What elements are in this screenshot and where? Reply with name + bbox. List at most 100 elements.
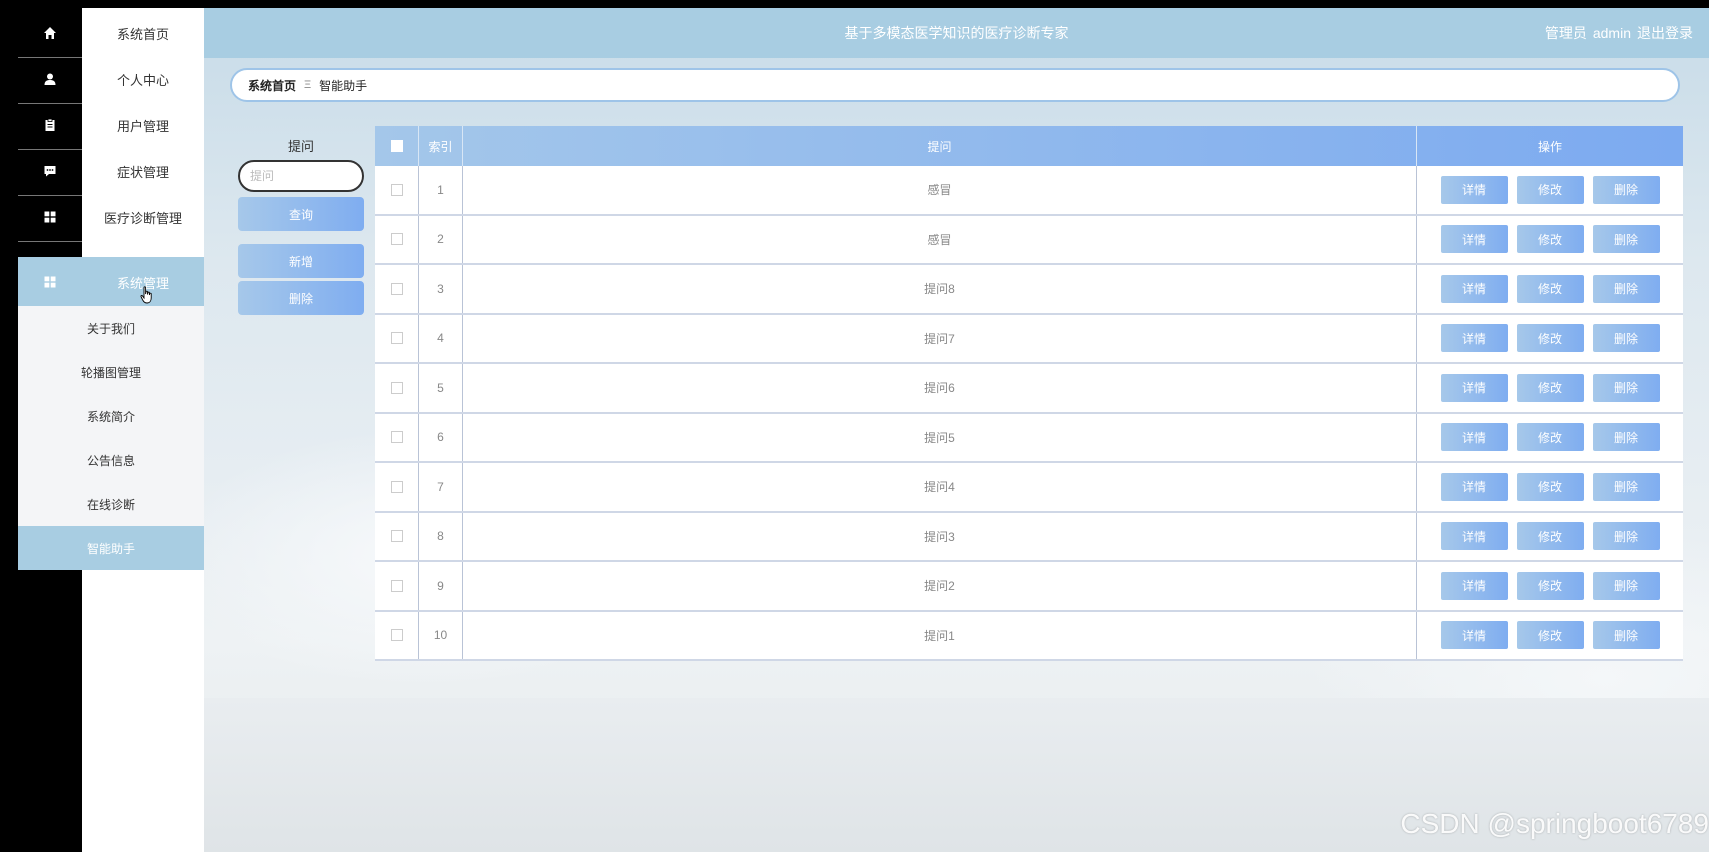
clipboard-icon [45, 118, 55, 131]
sidebar-icon-chat[interactable] [18, 146, 82, 196]
sidebar-item-symptoms[interactable]: 症状管理 [82, 146, 204, 196]
row-checkbox-cell [375, 215, 419, 263]
detail-button[interactable]: 详情 [1440, 373, 1508, 402]
select-all-checkbox[interactable] [390, 140, 403, 152]
delete-button[interactable]: 删除 [1592, 571, 1660, 600]
edit-button[interactable]: 修改 [1516, 324, 1584, 353]
row-question: 感冒 [463, 166, 1417, 214]
detail-button[interactable]: 详情 [1440, 423, 1508, 452]
sidebar-icon-clipboard[interactable] [18, 100, 82, 150]
row-question: 提问2 [463, 562, 1417, 610]
edit-button[interactable]: 修改 [1516, 423, 1584, 452]
delete-button[interactable]: 删除 [1592, 324, 1660, 353]
sidebar-item-diagnosis[interactable]: 医疗诊断管理 [82, 192, 204, 242]
sidebar-icon-grid-active[interactable] [18, 257, 82, 307]
table-row: 3 提问8 详情 修改 删除 [375, 265, 1683, 315]
row-checkbox[interactable] [390, 282, 403, 295]
logout-link[interactable]: 退出登录 [1637, 25, 1693, 41]
user-info: 管理员 admin 退出登录 [1539, 8, 1693, 58]
row-actions: 详情 修改 删除 [1417, 414, 1683, 462]
delete-button[interactable]: 删除 [1592, 373, 1660, 402]
row-index: 7 [419, 463, 463, 511]
detail-button[interactable]: 详情 [1440, 472, 1508, 501]
row-checkbox[interactable] [390, 530, 403, 543]
add-button[interactable]: 新增 [238, 244, 364, 278]
edit-button[interactable]: 修改 [1516, 274, 1584, 303]
row-checkbox-cell [375, 512, 419, 560]
detail-button[interactable]: 详情 [1440, 571, 1508, 600]
row-question: 提问3 [463, 512, 1417, 560]
edit-button[interactable]: 修改 [1516, 472, 1584, 501]
search-input[interactable] [238, 160, 364, 192]
header-question: 提问 [463, 126, 1417, 166]
table-row: 1 感冒 详情 修改 删除 [375, 166, 1683, 216]
row-checkbox[interactable] [390, 431, 403, 444]
row-actions: 详情 修改 删除 [1417, 216, 1683, 264]
delete-button[interactable]: 删除 [1592, 274, 1660, 303]
row-checkbox[interactable] [390, 480, 403, 493]
user-icon [44, 73, 56, 85]
sidebar-icon-grid[interactable] [18, 192, 82, 242]
row-index: 5 [419, 364, 463, 412]
delete-button[interactable]: 删除 [1592, 522, 1660, 551]
table-row: 6 提问5 详情 修改 删除 [375, 413, 1683, 463]
breadcrumb-home[interactable]: 系统首页 [248, 77, 296, 94]
grid-icon [44, 276, 56, 288]
row-checkbox[interactable] [390, 233, 403, 246]
row-checkbox[interactable] [390, 579, 403, 592]
detail-button[interactable]: 详情 [1440, 621, 1508, 650]
delete-button[interactable]: 删除 [1592, 423, 1660, 452]
edit-button[interactable]: 修改 [1516, 225, 1584, 254]
submenu-item-carousel[interactable]: 轮播图管理 [18, 350, 204, 394]
edit-button[interactable]: 修改 [1516, 621, 1584, 650]
detail-button[interactable]: 详情 [1440, 324, 1508, 353]
table-row: 4 提问7 详情 修改 删除 [375, 314, 1683, 364]
submenu-item-intro[interactable]: 系统简介 [18, 394, 204, 438]
row-index: 8 [419, 512, 463, 560]
row-actions: 详情 修改 删除 [1417, 513, 1683, 561]
table-row: 2 感冒 详情 修改 删除 [375, 215, 1683, 265]
delete-button[interactable]: 删除 [1592, 472, 1660, 501]
query-button[interactable]: 查询 [238, 197, 364, 231]
delete-button[interactable]: 删除 [1592, 175, 1660, 204]
edit-button[interactable]: 修改 [1516, 571, 1584, 600]
row-index: 9 [419, 562, 463, 610]
grid-icon [44, 211, 56, 222]
row-actions: 详情 修改 删除 [1417, 562, 1683, 610]
user-role: 管理员 [1544, 25, 1587, 41]
main-content: 基于多模态医学知识的医疗诊断专家 管理员 admin 退出登录 系统首页 Ξ 智能助… [204, 8, 1709, 852]
edit-button[interactable]: 修改 [1516, 522, 1584, 551]
row-question: 提问1 [463, 611, 1417, 659]
delete-button[interactable]: 删除 [1592, 225, 1660, 254]
row-question: 提问6 [463, 364, 1417, 412]
watermark: CSDN @springboot6789 [1400, 808, 1709, 839]
edit-button[interactable]: 修改 [1516, 175, 1584, 204]
submenu-item-online-diagnosis[interactable]: 在线诊断 [18, 482, 204, 526]
row-checkbox[interactable] [390, 629, 403, 642]
submenu-item-assistant[interactable]: 智能助手 [18, 526, 204, 570]
delete-button[interactable]: 删除 [1592, 621, 1660, 650]
row-index: 10 [419, 611, 463, 659]
row-checkbox[interactable] [390, 381, 403, 394]
detail-button[interactable]: 详情 [1440, 274, 1508, 303]
edit-button[interactable]: 修改 [1516, 373, 1584, 402]
detail-button[interactable]: 详情 [1440, 225, 1508, 254]
submenu-item-notice[interactable]: 公告信息 [18, 438, 204, 482]
detail-button[interactable]: 详情 [1440, 522, 1508, 551]
sidebar-item-profile[interactable]: 个人中心 [82, 54, 204, 104]
row-question: 提问4 [463, 463, 1417, 511]
detail-button[interactable]: 详情 [1440, 175, 1508, 204]
row-checkbox-cell [375, 413, 419, 461]
sidebar-icon-home[interactable] [18, 8, 82, 58]
sidebar-icon-user[interactable] [18, 54, 82, 104]
row-checkbox[interactable] [390, 183, 403, 196]
sidebar-item-home[interactable]: 系统首页 [82, 8, 204, 58]
row-checkbox[interactable] [390, 332, 403, 345]
sidebar-item-users[interactable]: 用户管理 [82, 100, 204, 150]
submenu-item-about[interactable]: 关于我们 [18, 306, 204, 350]
home-icon [44, 26, 56, 39]
row-checkbox-cell [375, 463, 419, 511]
row-question: 提问7 [463, 314, 1417, 362]
row-checkbox-cell [375, 265, 419, 313]
batch-delete-button[interactable]: 删除 [238, 281, 364, 315]
